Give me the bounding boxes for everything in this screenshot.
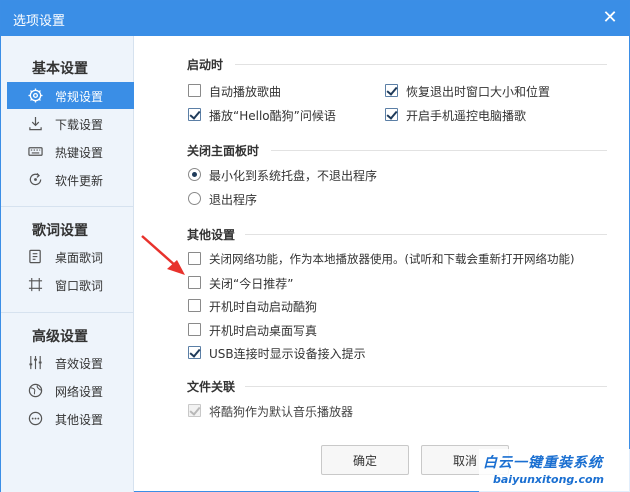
sidebar-group-basic: 基本设置 [32,61,88,77]
more-icon [27,410,43,426]
sidebar-item-label: 热键设置 [55,146,104,160]
watermark: 白云一键重装系统 baiyunxitong.com [479,449,630,492]
option-label: 关闭网络功能，作为本地播放器使用。(试听和下载会重新打开网络功能) [209,252,575,266]
sidebar-item-label: 软件更新 [55,174,104,188]
sidebar-item-label: 窗口歌词 [55,279,104,293]
sidebar-divider [1,206,134,207]
sidebar: 基本设置 常规设置 下载设置 热键设置 软件更新 歌词设置 桌面歌词 窗口歌词 … [1,36,134,492]
section-title-other: 其他设置 [187,228,236,242]
close-icon[interactable]: ✕ [601,9,619,27]
sidebar-group-advanced: 高级设置 [32,329,88,345]
option-label: 自动播放歌曲 [209,85,282,99]
option-label: 关闭“今日推荐” [209,277,294,291]
sidebar-item-download[interactable]: 下载设置 [7,110,134,137]
section-divider [245,386,607,387]
section-divider [235,64,607,65]
section-divider [245,234,607,235]
option-label: 播放“Hello酷狗”问候语 [209,109,336,123]
autostart-checkbox[interactable] [188,299,201,312]
sidebar-item-network[interactable]: 网络设置 [7,377,134,404]
option-label: 开启手机遥控电脑播歌 [406,109,527,123]
watermark-title: 白云一键重装系统 [483,455,603,471]
window-lyrics-icon [27,276,43,292]
sidebar-item-label: 其他设置 [55,413,104,427]
autoplay-checkbox[interactable] [188,84,201,97]
download-icon [27,115,43,131]
option-label: 退出程序 [209,193,258,207]
sidebar-item-sound-effects[interactable]: 音效设置 [7,349,134,376]
section-title-startup: 启动时 [187,58,224,72]
phone-remote-checkbox[interactable] [385,108,398,121]
sidebar-item-label: 桌面歌词 [55,251,104,265]
sidebar-item-label: 常规设置 [55,90,104,104]
sidebar-item-label: 音效设置 [55,357,104,371]
section-title-file-assoc: 文件关联 [187,380,236,394]
sidebar-item-update[interactable]: 软件更新 [7,166,134,193]
usb-prompt-checkbox[interactable] [188,346,201,359]
disable-network-checkbox[interactable] [188,252,201,265]
globe-icon [27,382,43,398]
option-label: USB连接时显示设备接入提示 [209,347,366,361]
gear-icon [27,87,43,103]
hello-greeting-checkbox[interactable] [188,108,201,121]
disable-today-recommend-checkbox[interactable] [188,276,201,289]
restore-window-checkbox[interactable] [385,84,398,97]
sidebar-item-label: 下载设置 [55,118,104,132]
option-label: 恢复退出时窗口大小和位置 [406,85,551,99]
option-label: 开机时自动启动酷狗 [209,300,318,314]
settings-content: 启动时 自动播放歌曲 恢复退出时窗口大小和位置 播放“Hello酷狗”问候语 开… [135,36,629,492]
sidebar-item-hotkey[interactable]: 热键设置 [7,138,134,165]
options-dialog: 选项设置 ✕ 基本设置 常规设置 下载设置 热键设置 软件更新 歌词设置 桌面歌… [0,0,630,492]
title-bar: 选项设置 ✕ [1,1,629,36]
section-divider [271,150,607,151]
section-title-close-panel: 关闭主面板时 [187,144,260,158]
sidebar-item-other[interactable]: 其他设置 [7,405,134,432]
sidebar-item-label: 网络设置 [55,385,104,399]
dialog-title: 选项设置 [13,14,66,29]
sidebar-divider [1,312,134,313]
sidebar-item-window-lyrics[interactable]: 窗口歌词 [7,271,134,298]
sidebar-item-desktop-lyrics[interactable]: 桌面歌词 [7,243,134,270]
equalizer-icon [27,354,43,370]
keyboard-icon [27,143,43,159]
default-player-checkbox [188,404,201,417]
desktop-lyrics-icon [27,248,43,264]
option-label: 开机时启动桌面写真 [209,324,318,338]
minimize-tray-radio[interactable] [188,168,201,181]
ok-button[interactable]: 确定 [321,445,409,475]
option-label: 最小化到系统托盘，不退出程序 [209,169,378,183]
option-label: 将酷狗作为默认音乐播放器 [209,405,354,419]
sidebar-item-general[interactable]: 常规设置 [7,82,134,109]
sidebar-group-lyrics: 歌词设置 [32,223,88,239]
refresh-icon [27,171,43,187]
exit-program-radio[interactable] [188,192,201,205]
watermark-url: baiyunxitong.com [493,473,605,486]
annotation-arrow-icon [141,235,185,275]
desktop-photo-checkbox[interactable] [188,323,201,336]
